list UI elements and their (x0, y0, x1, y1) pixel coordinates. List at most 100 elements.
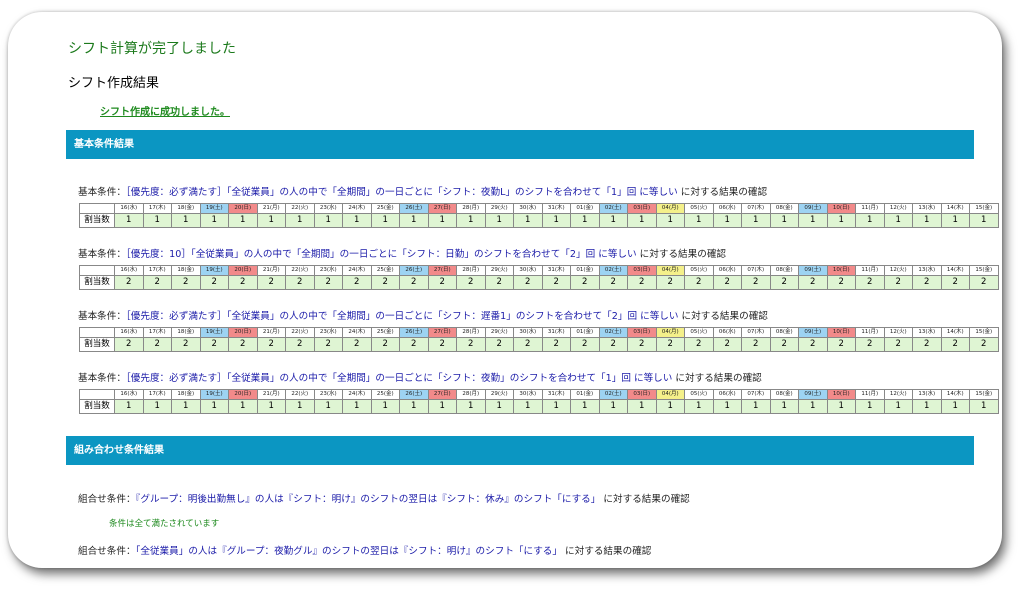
count-cell: 2 (256, 275, 286, 290)
basic-condition-title: 基本条件：［優先度：必ず満たす］「全従業員」の人の中で「全期間」の一日ごとに「シ… (78, 184, 767, 198)
count-cell: 2 (655, 275, 685, 290)
date-cell: 01(金) (570, 327, 600, 338)
date-cell: 13(水) (912, 327, 942, 338)
date-cell: 26(土) (399, 265, 429, 276)
date-cell: 23(水) (313, 203, 343, 214)
count-cell: 2 (228, 337, 258, 352)
count-cell: 2 (427, 337, 457, 352)
date-cell: 15(金) (969, 327, 999, 338)
date-cell: 01(金) (570, 389, 600, 400)
date-cell: 24(木) (342, 327, 372, 338)
date-cell: 15(金) (969, 389, 999, 400)
date-cell: 04(月) (655, 327, 685, 338)
count-cell: 2 (598, 337, 628, 352)
date-cell: 13(水) (912, 389, 942, 400)
date-cell: 22(火) (285, 265, 315, 276)
date-cell: 06(水) (712, 265, 742, 276)
count-cell: 2 (741, 337, 771, 352)
count-cell: 1 (712, 399, 742, 414)
condition-suffix: に対する結果の確認 (672, 373, 762, 384)
count-cell: 1 (456, 213, 486, 228)
condition-suffix: に対する結果の確認 (678, 311, 768, 322)
completion-heading: シフト計算が完了しました (68, 41, 236, 57)
condition-prefix: 基本条件： (78, 373, 126, 384)
date-cell: 10(日) (826, 389, 856, 400)
date-cell: 03(日) (627, 389, 657, 400)
date-cell: 03(日) (627, 327, 657, 338)
count-row: 割当数 2 2 2 2 2 2 2 2 2 2 2 2 2 2 2 2 2 2 2 2 2 2 2 2 2 2 2 2 2 2 2 (79, 275, 999, 290)
date-cell: 22(火) (285, 203, 315, 214)
date-cell: 27(日) (427, 203, 457, 214)
date-cell: 31(木) (541, 203, 571, 214)
date-cell: 30(水) (513, 203, 543, 214)
date-cell: 31(木) (541, 327, 571, 338)
count-cell: 1 (484, 213, 514, 228)
date-cell: 25(金) (370, 389, 400, 400)
count-cell: 1 (513, 213, 543, 228)
basic-condition-title: 基本条件：［優先度：必ず満たす］「全従業員」の人の中で「全期間」の一日ごとに「シ… (78, 308, 768, 322)
count-cell: 2 (940, 337, 970, 352)
basic-condition-table: 16(水) 17(木) 18(金) 19(土) 20(日) 21(月) 22(火) 23(水)… (79, 203, 999, 228)
basic-condition-table: 16(水) 17(木) 18(金) 19(土) 20(日) 21(月) 22(火) 23(水)… (79, 265, 999, 290)
count-cell: 1 (313, 399, 343, 414)
count-cell: 1 (798, 399, 828, 414)
date-cell: 03(日) (627, 203, 657, 214)
count-cell: 2 (855, 337, 885, 352)
date-cell: 08(金) (769, 203, 799, 214)
count-cell: 1 (969, 399, 999, 414)
count-cell: 2 (627, 337, 657, 352)
count-cell: 2 (627, 275, 657, 290)
count-cell: 2 (741, 275, 771, 290)
count-cell: 1 (142, 399, 172, 414)
count-cell: 2 (399, 337, 429, 352)
count-cell: 1 (513, 399, 543, 414)
date-cell: 07(木) (741, 203, 771, 214)
count-cell: 2 (114, 275, 144, 290)
count-cell: 1 (370, 213, 400, 228)
count-cell: 1 (912, 399, 942, 414)
condition-prefix: 基本条件： (78, 187, 126, 198)
count-cell: 1 (370, 399, 400, 414)
date-cell: 12(火) (883, 203, 913, 214)
date-cell: 13(水) (912, 265, 942, 276)
count-cell: 1 (456, 399, 486, 414)
date-cell: 14(木) (940, 203, 970, 214)
date-header-row: 16(水) 17(木) 18(金) 19(土) 20(日) 21(月) 22(火) 23(水)… (79, 203, 999, 214)
count-cell: 2 (142, 275, 172, 290)
count-cell: 2 (427, 275, 457, 290)
count-cell: 2 (655, 337, 685, 352)
date-cell: 08(金) (769, 389, 799, 400)
date-cell: 17(木) (142, 327, 172, 338)
date-cell: 07(木) (741, 327, 771, 338)
count-cell: 2 (171, 337, 201, 352)
date-cell: 27(日) (427, 327, 457, 338)
count-cell: 2 (114, 337, 144, 352)
date-cell: 11(月) (855, 327, 885, 338)
count-cell: 2 (456, 275, 486, 290)
count-cell: 2 (370, 275, 400, 290)
count-cell: 1 (883, 399, 913, 414)
condition-prefix: 基本条件： (78, 249, 126, 260)
count-cell: 2 (826, 275, 856, 290)
count-cell: 1 (342, 399, 372, 414)
date-cell: 20(日) (228, 203, 258, 214)
date-cell: 19(土) (199, 327, 229, 338)
date-cell: 26(土) (399, 203, 429, 214)
count-cell: 1 (199, 399, 229, 414)
count-cell: 1 (114, 213, 144, 228)
count-cell: 1 (342, 213, 372, 228)
count-cell: 2 (484, 337, 514, 352)
date-cell: 16(水) (114, 327, 144, 338)
condition-prefix: 組合せ条件： (78, 546, 136, 557)
count-row: 割当数 1 1 1 1 1 1 1 1 1 1 1 1 1 1 1 1 1 1 1 1 1 1 1 1 1 1 1 1 1 1 1 (79, 213, 999, 228)
date-cell: 31(木) (541, 389, 571, 400)
count-cell: 1 (855, 213, 885, 228)
date-cell: 02(土) (598, 265, 628, 276)
condition-prefix: 組合せ条件： (78, 494, 136, 505)
count-cell: 2 (541, 275, 571, 290)
success-link[interactable]: シフト作成に成功しました。 (100, 103, 230, 118)
date-cell: 07(木) (741, 265, 771, 276)
count-cell: 1 (570, 399, 600, 414)
count-cell: 1 (399, 213, 429, 228)
date-cell: 25(金) (370, 203, 400, 214)
